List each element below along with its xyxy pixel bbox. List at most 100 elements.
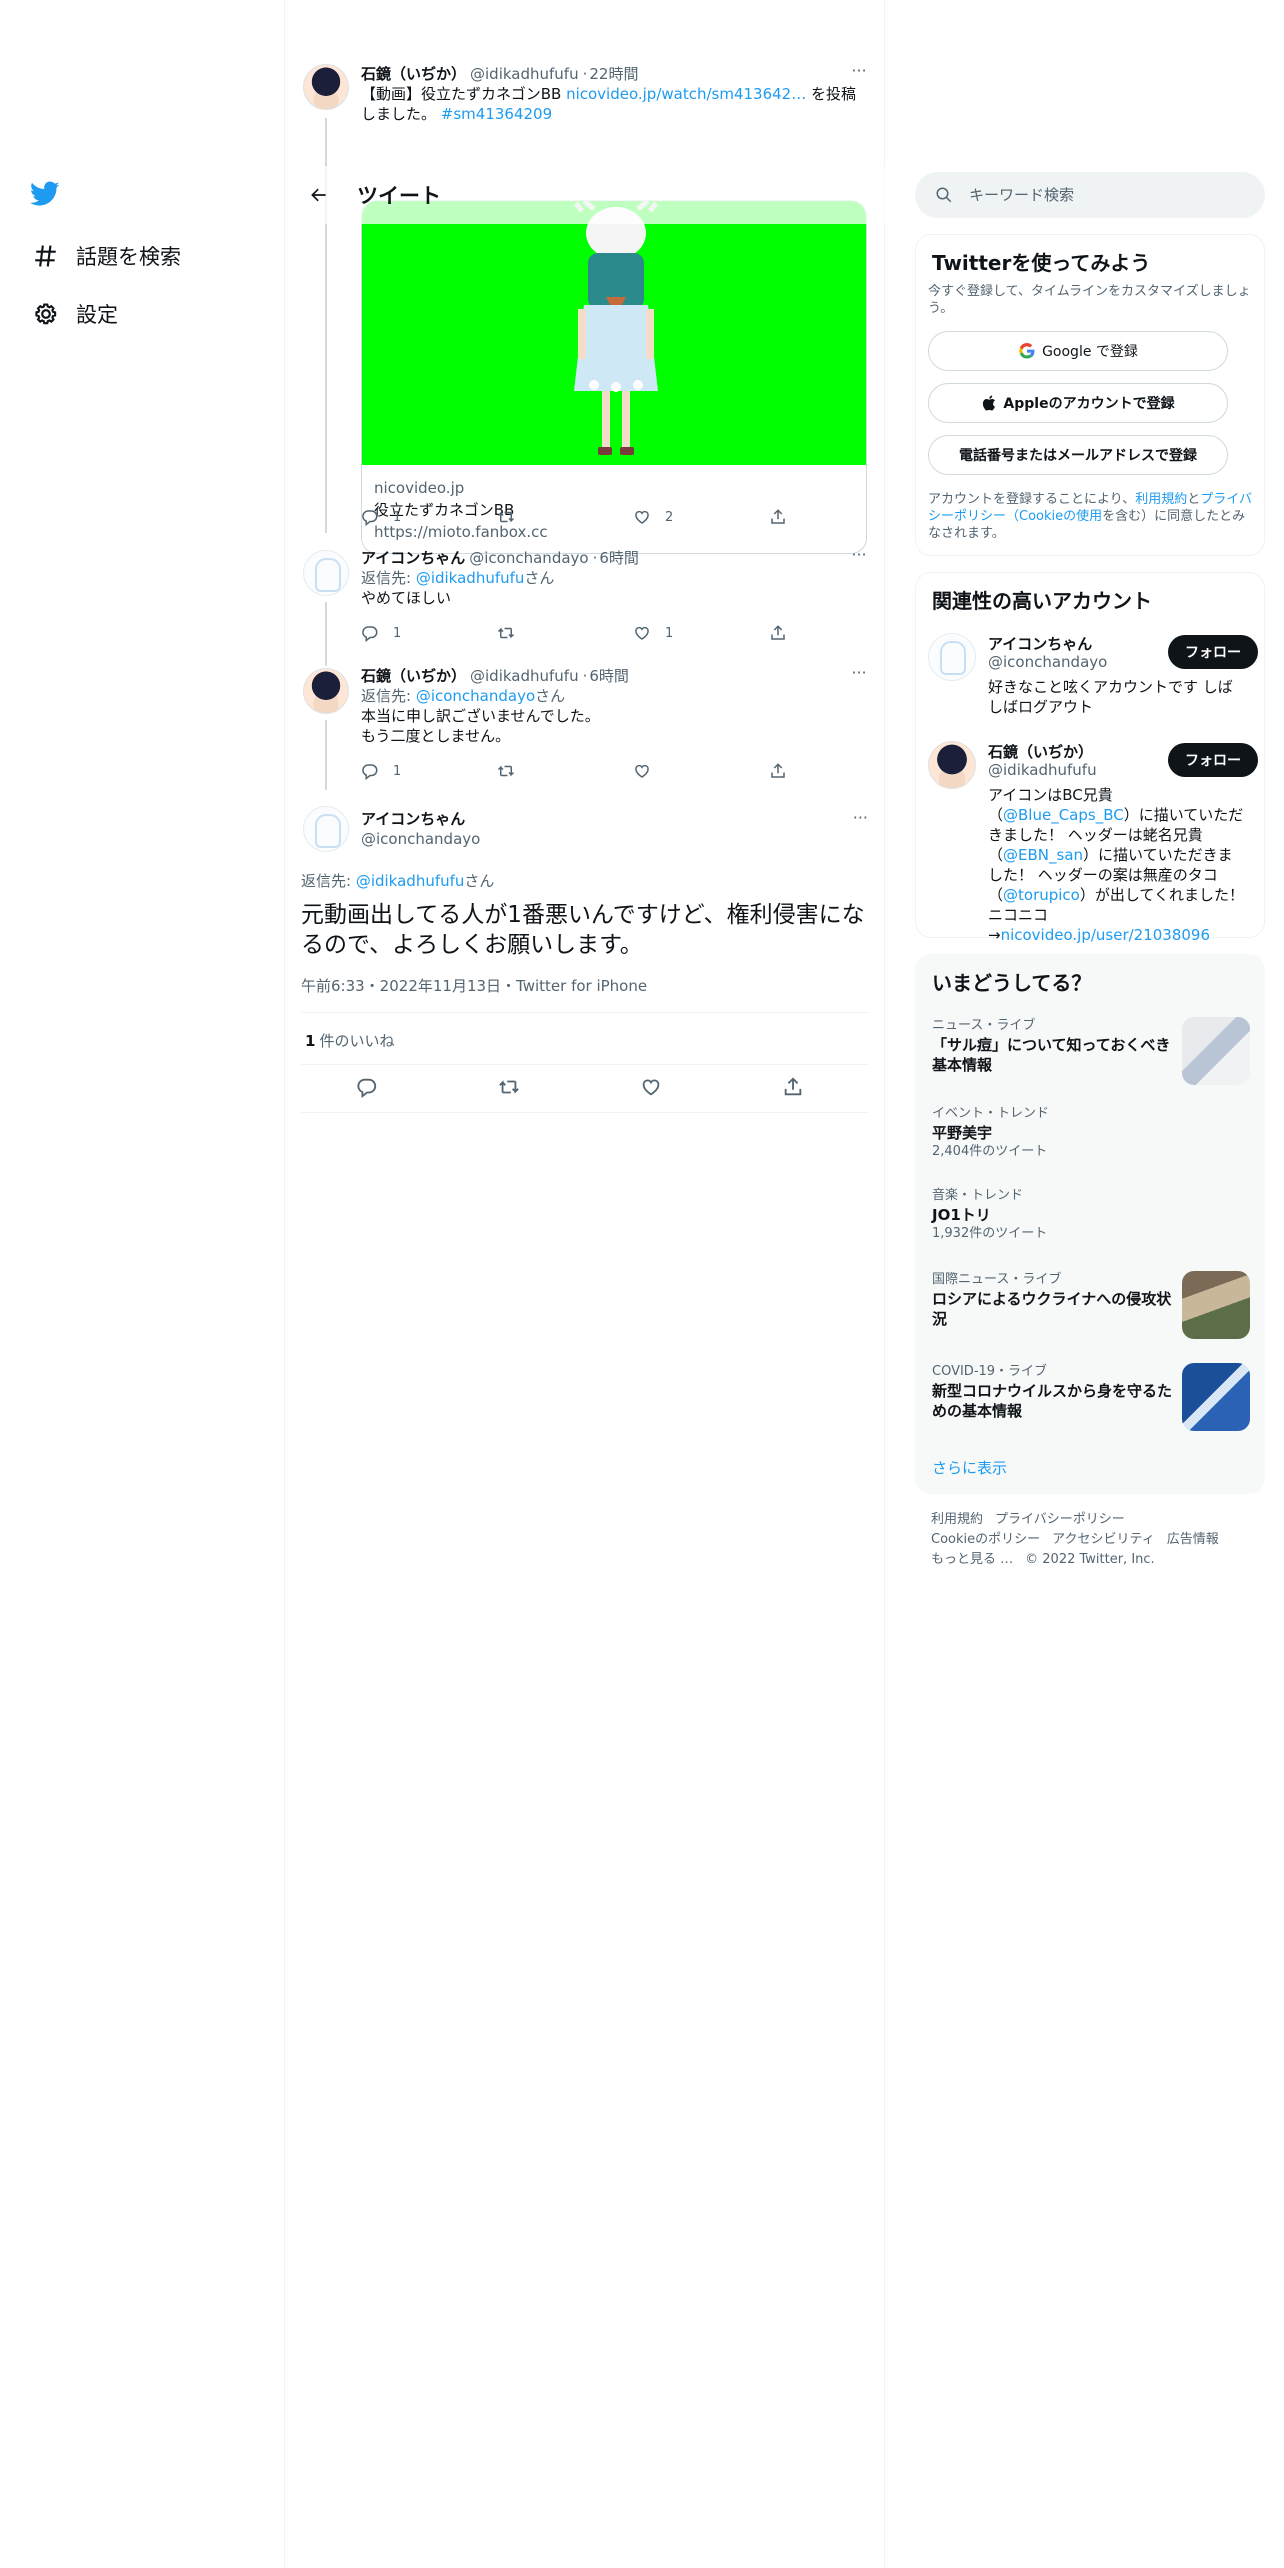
likes-summary[interactable]: 1 件のいいね [305,1030,394,1051]
terms-link[interactable]: 利用規約 [1135,492,1187,507]
bio-link[interactable]: nicovideo.jp/user/21038096 [1001,926,1210,944]
trend-item[interactable]: イベント・トレンド 平野美宇 2,404件のツイート [932,1105,1250,1161]
more-icon[interactable]: ··· [849,63,869,84]
footer-terms[interactable]: 利用規約 [931,1512,983,1527]
reply-button[interactable]: 1 [361,508,401,526]
author-handle[interactable]: @iconchandayo [361,830,480,848]
like-icon [635,764,649,778]
search-input[interactable] [969,186,1229,204]
follow-button[interactable]: フォロー [1168,635,1258,669]
reply-to-label: 返信先: [301,872,356,890]
author-name[interactable]: アイコンちゃん [361,549,465,567]
footer-ads[interactable]: 広告情報 [1167,1532,1219,1547]
author-name[interactable]: 石鏡（いぢか） [361,65,466,83]
tweet-time[interactable]: 22時間 [589,65,638,83]
reply-to-link[interactable]: @idikadhufufu [416,569,525,587]
footer-accessibility[interactable]: アクセシビリティ [1052,1532,1155,1547]
author-name[interactable]: 石鏡（いぢか） [361,667,466,685]
follow-button[interactable]: フォロー [1168,743,1258,777]
avatar[interactable] [928,633,976,681]
divider [301,1064,869,1065]
tweet-2[interactable]: アイコンちゃん @iconchandayo · 6時間 ··· 返信先: @idika… [285,547,885,666]
card-domain: nicovideo.jp [374,479,465,497]
nav-explore[interactable]: 話題を検索 [30,228,181,284]
nav-settings[interactable]: 設定 [30,286,118,342]
reply-to-suffix: さん [464,872,495,890]
trend-item[interactable]: 音楽・トレンド JO1トリ 1,932件のツイート [932,1187,1250,1243]
reply-to-link[interactable]: @idikadhufufu [356,872,465,890]
trend-item[interactable]: ニュース・ライブ 「サル痘」について知っておくべき基本情報 [932,1017,1250,1085]
reply-button[interactable]: 1 [361,624,401,642]
reply-button[interactable]: 1 [361,762,401,780]
share-button[interactable] [769,624,787,642]
show-more-link[interactable]: さらに表示 [932,1457,1007,1478]
share-button[interactable] [769,762,787,780]
tweet-1[interactable]: 石鏡（いぢか） @idikadhufufu · 22時間 ··· 【動画】役立たずカネ… [285,60,885,554]
apple-signup-button[interactable]: Appleのアカウントで登録 [928,383,1228,423]
tweet-time[interactable]: 6時間 [589,667,629,685]
account-handle[interactable]: @iconchandayo [988,653,1107,671]
retweet-button[interactable] [497,508,515,526]
google-icon [1019,342,1035,359]
like-button[interactable]: 2 [633,508,673,526]
account-handle[interactable]: @idikadhufufu [988,761,1097,779]
avatar[interactable] [928,741,976,789]
footer-cookie[interactable]: Cookieのポリシー [931,1532,1040,1547]
reply-to-suffix: さん [535,687,566,705]
author-handle[interactable]: @idikadhufufu [470,667,579,685]
bio-link[interactable]: @EBN_san [1003,846,1083,864]
more-icon[interactable]: ··· [849,547,869,568]
focused-tweet-actions [301,1076,869,1100]
reply-to-link[interactable]: @iconchandayo [416,687,535,705]
author-name[interactable]: アイコンちゃん [361,808,465,829]
more-icon[interactable]: ··· [849,665,869,686]
trend-item[interactable]: 国際ニュース・ライブ ロシアによるウクライナへの侵攻状況 [932,1271,1250,1339]
bio-link[interactable]: @Blue_Caps_BC [1003,806,1124,824]
tweet-time[interactable]: 6時間 [599,549,639,567]
trend-count: 1,932件のツイート [932,1226,1048,1241]
reply-icon [362,626,378,642]
footer-more[interactable]: もっと見る … [931,1552,1013,1567]
avatar[interactable] [303,806,349,852]
twitter-bird-icon[interactable] [30,178,70,218]
video-thumbnail[interactable] [362,201,866,465]
signup-title: Twitterを使ってみよう [932,251,1151,275]
avatar[interactable] [303,64,349,110]
like-button[interactable]: 1 [633,624,673,642]
account-name[interactable]: 石鏡（いぢか） [988,741,1093,762]
search-bar[interactable] [915,172,1265,218]
bio-link[interactable]: @torupico [1003,886,1080,904]
tweet-header: 石鏡（いぢか） @idikadhufufu · 22時間 [361,65,639,83]
avatar[interactable] [303,668,349,714]
retweet-icon [497,765,515,777]
link-card[interactable]: nicovideo.jp 役立たずカネゴンBB https://mioto.fa… [361,200,867,554]
like-icon [635,626,649,640]
avatar[interactable] [303,550,349,596]
like-button[interactable] [633,762,651,780]
google-signup-button[interactable]: Google で登録 [928,331,1228,371]
share-icon[interactable] [782,1076,804,1098]
back-arrow-icon[interactable] [301,177,337,213]
tweet-3[interactable]: 石鏡（いぢか） @idikadhufufu · 6時間 ··· 返信先: @iconc… [285,665,885,790]
retweet-icon[interactable] [498,1076,520,1098]
retweet-icon [497,511,515,523]
signup-terms: アカウントを登録することにより、利用規約とプライバシーポリシー（Cookieの使… [928,491,1254,542]
author-handle[interactable]: @idikadhufufu [470,65,579,83]
like-icon[interactable] [640,1076,662,1098]
phone-email-signup-button[interactable]: 電話番号またはメールアドレスで登録 [928,435,1228,475]
account-name[interactable]: アイコンちゃん [988,633,1092,654]
tweet-timestamp[interactable]: 午前6:33・2022年11月13日・Twitter for iPhone [301,975,647,996]
trend-item[interactable]: COVID-19・ライブ 新型コロナウイルスから身を守るための基本情報 [932,1363,1250,1431]
like-icon [635,510,649,524]
like-count: 2 [665,509,674,525]
hashtag-link[interactable]: #sm41364209 [441,105,552,123]
share-button[interactable] [769,508,787,526]
retweet-button[interactable] [497,762,515,780]
reply-icon[interactable] [356,1076,378,1099]
footer-privacy[interactable]: プライバシーポリシー [995,1512,1125,1527]
left-navigation: 話題を検索 設定 [0,0,285,2568]
retweet-button[interactable] [497,624,515,642]
more-icon[interactable]: ··· [853,808,868,827]
tweet-link[interactable]: nicovideo.jp/watch/sm413642… [566,85,806,103]
author-handle[interactable]: @iconchandayo [469,549,588,567]
